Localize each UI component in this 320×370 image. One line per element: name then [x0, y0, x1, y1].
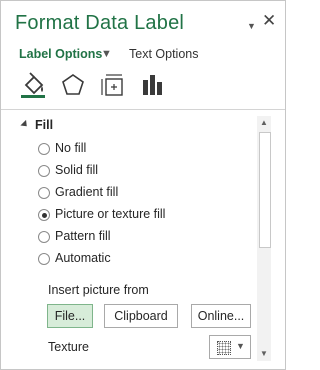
fill-section-header[interactable]: Fill: [20, 118, 54, 132]
online-button[interactable]: Online...: [191, 304, 251, 328]
radio-label: Solid fill: [55, 163, 99, 177]
radio-label: Automatic: [55, 251, 111, 265]
radio-button[interactable]: [38, 253, 50, 265]
texture-dropdown[interactable]: ▼: [209, 335, 251, 359]
effects-pentagon-icon[interactable]: [59, 71, 87, 99]
tab-dropdown-icon[interactable]: ▼: [101, 48, 112, 60]
close-icon[interactable]: ✕: [262, 12, 276, 29]
fill-section-title: Fill: [35, 118, 54, 132]
tab-text-options[interactable]: Text Options: [129, 47, 198, 61]
radio-button[interactable]: [38, 143, 50, 155]
scroll-up-icon[interactable]: ▲: [257, 116, 271, 130]
file-button[interactable]: File...: [47, 304, 93, 328]
scroll-down-icon[interactable]: ▼: [257, 347, 271, 361]
fill-panel: Fill No fill Solid fill Gradient fill Pi…: [1, 110, 257, 369]
format-data-label-pane: Format Data Label ▼ ✕ Label Options ▼ Te…: [0, 0, 286, 370]
texture-swatch-icon: [217, 341, 231, 355]
tab-label-options-label: Label Options: [19, 47, 103, 61]
radio-label: No fill: [55, 141, 87, 155]
label-options-bar-chart-icon[interactable]: [139, 71, 167, 99]
fill-line-icon[interactable]: [19, 71, 47, 99]
online-button-label: Online...: [197, 309, 245, 323]
size-properties-icon[interactable]: [99, 71, 127, 99]
category-icon-bar: [15, 71, 255, 101]
insert-picture-from-label: Insert picture from: [48, 283, 149, 297]
radio-button[interactable]: [38, 187, 50, 199]
tab-text-options-label: Text Options: [129, 47, 199, 61]
chevron-down-icon: ▼: [236, 341, 245, 351]
tab-label-options[interactable]: Label Options: [19, 47, 102, 61]
radio-label: Picture or texture fill: [55, 207, 166, 221]
radio-button[interactable]: [38, 165, 50, 177]
caret-down-icon[interactable]: ▼: [247, 19, 256, 33]
vertical-scrollbar[interactable]: ▲ ▼: [257, 116, 271, 361]
radio-label: Gradient fill: [55, 185, 119, 199]
radio-button-selected[interactable]: [38, 209, 50, 221]
file-button-label: File...: [54, 309, 86, 323]
radio-label: Pattern fill: [55, 229, 111, 243]
collapse-triangle-icon: [20, 119, 30, 130]
clipboard-button-label: Clipboard: [114, 309, 168, 323]
scrollbar-thumb[interactable]: [259, 132, 271, 248]
texture-label: Texture: [48, 340, 89, 354]
pane-title: Format Data Label: [15, 12, 185, 34]
clipboard-button[interactable]: Clipboard: [104, 304, 178, 328]
radio-button[interactable]: [38, 231, 50, 243]
